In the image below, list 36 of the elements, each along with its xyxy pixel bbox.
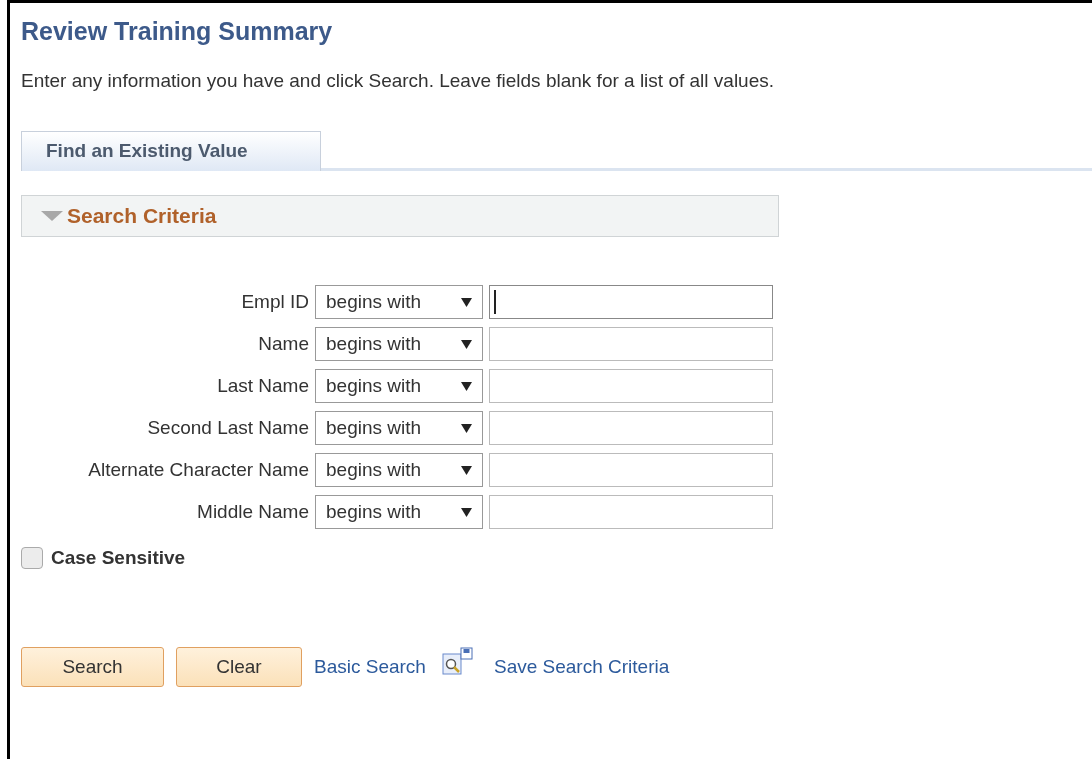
magnifier-document-icon[interactable] [441,647,474,677]
instructions-text: Enter any information you have and click Search. Leave fields blank for a list of all values. [21,70,775,92]
operator-dropdown[interactable]: begins with [315,369,483,403]
tab[interactable]: Find an Existing Value [21,131,321,171]
caret-icon [461,423,472,433]
page-title: Review Training Summary [21,17,334,46]
operator-dropdown[interactable]: begins with [315,453,483,487]
checkbox-label: Case Sensitive [51,547,186,569]
input-field[interactable] [489,285,773,319]
caret-icon [461,465,472,475]
caret-icon [461,339,472,349]
operator-dropdown[interactable]: begins with [315,327,483,361]
caret-icon [461,507,472,517]
section-title: Search Criteria [67,204,217,228]
operator-dropdown[interactable]: begins with [315,285,483,319]
input-field[interactable] [489,369,773,403]
save-search-criteria-link[interactable]: Save Search Criteria [493,656,670,678]
input-field[interactable] [489,327,773,361]
input-field[interactable] [489,453,773,487]
operator-dropdown[interactable]: begins with [315,411,483,445]
checkbox[interactable] [21,547,43,569]
field-label: Last Name [217,375,309,397]
input-field[interactable] [489,411,773,445]
clear-button[interactable]: Clear [176,647,302,687]
collapse-icon[interactable] [40,210,64,222]
field-label: Middle Name [197,501,309,523]
field-label: Empl ID [241,291,309,313]
search-button[interactable]: Search [21,647,164,687]
caret-icon [461,297,472,307]
field-label: Alternate Character Name [88,459,309,481]
caret-icon [461,381,472,391]
operator-dropdown[interactable]: begins with [315,495,483,529]
input-field[interactable] [489,495,773,529]
field-label: Name [258,333,309,355]
basic-search-link[interactable]: Basic Search [314,656,426,678]
field-label: Second Last Name [147,417,309,439]
